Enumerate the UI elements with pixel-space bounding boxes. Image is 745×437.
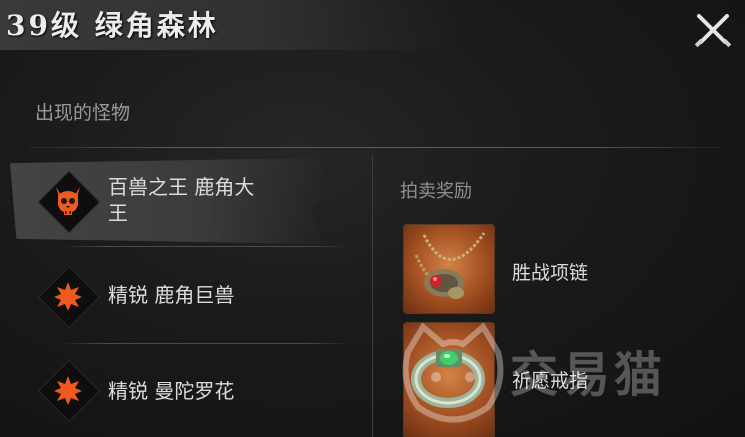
reward-item-necklace[interactable] — [403, 224, 495, 314]
monsters-section-title: 出现的怪物 — [35, 102, 131, 124]
column-divider — [372, 155, 373, 437]
row-divider — [60, 246, 350, 247]
section-divider — [30, 147, 720, 148]
rewards-heading: 拍卖奖励 — [400, 181, 472, 202]
elite-star-icon — [54, 282, 82, 311]
dungeon-info-panel: 39级 绿角森林 出现的怪物 百兽之王 鹿角大 王 精锐 鹿角巨兽 精锐 曼陀罗… — [0, 0, 745, 437]
necklace-icon — [414, 232, 486, 299]
row-divider — [60, 343, 350, 344]
monster-name: 精锐 鹿角巨兽 — [108, 283, 235, 307]
monster-item-elite-1[interactable]: 精锐 鹿角巨兽 — [20, 262, 350, 332]
reward-name: 祈愿戒指 — [512, 370, 589, 392]
monster-name-line1: 百兽之王 鹿角大 — [108, 175, 255, 199]
monster-item-boss[interactable]: 百兽之王 鹿角大 王 — [20, 158, 350, 244]
monster-name-line2: 王 — [108, 201, 128, 225]
reward-name: 胜战项链 — [512, 262, 589, 284]
crossed-swords-close-icon — [694, 14, 732, 48]
monster-item-elite-2[interactable]: 精锐 曼陀罗花 — [20, 356, 350, 426]
page-title: 39级 绿角森林 — [6, 9, 219, 42]
monster-name: 精锐 曼陀罗花 — [108, 379, 235, 403]
demon-skull-icon — [56, 187, 80, 215]
close-button[interactable] — [693, 10, 733, 50]
ring-icon — [411, 349, 485, 408]
elite-star-icon — [54, 376, 82, 405]
reward-item-ring[interactable] — [403, 322, 495, 437]
